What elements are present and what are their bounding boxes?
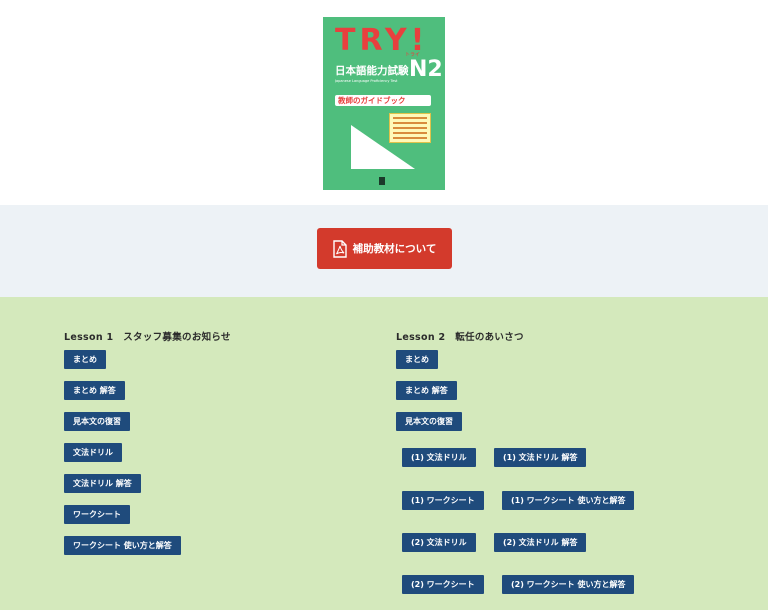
lesson2-worksheet-2-usage-answer-button[interactable]: (2) ワークシート 使い方と解答: [502, 575, 635, 594]
lesson1-sample-review-button[interactable]: 見本文の復習: [64, 412, 130, 431]
lesson1-worksheet-usage-answer-button[interactable]: ワークシート 使い方と解答: [64, 536, 181, 555]
lesson2-grammar-drill-1-answer-button[interactable]: (1) 文法ドリル 解答: [494, 448, 587, 467]
lesson1-summary-answer-button[interactable]: まとめ 解答: [64, 381, 125, 400]
lesson2-worksheet-2-button[interactable]: (2) ワークシート: [402, 575, 484, 594]
pdf-icon: [332, 239, 347, 258]
lesson1-summary-button[interactable]: まとめ: [64, 350, 106, 369]
lesson1-worksheet-button[interactable]: ワークシート: [64, 505, 130, 524]
lesson1-grammar-drill-button[interactable]: 文法ドリル: [64, 443, 122, 462]
lesson2-worksheet-1-usage-answer-button[interactable]: (1) ワークシート 使い方と解答: [502, 491, 635, 510]
supplementary-materials-button[interactable]: 補助教材について: [317, 228, 452, 269]
lesson2-grammar-drill-1-button[interactable]: (1) 文法ドリル: [402, 448, 476, 467]
lesson2-grammar-drill-2-button[interactable]: (2) 文法ドリル: [402, 533, 476, 552]
cover-guide-label: 教師のガイドブック: [335, 95, 431, 106]
lesson2-title: Lesson 2 転任のあいさつ: [396, 332, 524, 343]
cover-english-subtitle: Japanese Language Proficiency Test: [335, 79, 398, 83]
cover-triangle-graphic: [351, 125, 415, 169]
lesson2-summary-answer-button[interactable]: まとめ 解答: [396, 381, 457, 400]
supplementary-section: 補助教材について: [0, 205, 768, 297]
lesson1-grammar-drill-answer-button[interactable]: 文法ドリル 解答: [64, 474, 141, 493]
lesson2-summary-button[interactable]: まとめ: [396, 350, 438, 369]
lesson1-title: Lesson 1 スタッフ募集のお知らせ: [64, 332, 231, 343]
book-cover-section: TRY! トライ 日本語能力試験 N2 Japanese Language Pr…: [0, 0, 768, 205]
lesson2-worksheet-1-button[interactable]: (1) ワークシート: [402, 491, 484, 510]
cover-subtitle: 日本語能力試験: [335, 65, 409, 77]
supplementary-button-label: 補助教材について: [352, 243, 437, 255]
publisher-logo: [379, 177, 385, 185]
book-cover-image[interactable]: TRY! トライ 日本語能力試験 N2 Japanese Language Pr…: [323, 17, 445, 190]
lesson2-grammar-drill-2-answer-button[interactable]: (2) 文法ドリル 解答: [494, 533, 587, 552]
lesson2-sample-review-button[interactable]: 見本文の復習: [396, 412, 462, 431]
lessons-section: Lesson 1 スタッフ募集のお知らせ まとめ まとめ 解答 見本文の復習 文…: [0, 297, 768, 610]
